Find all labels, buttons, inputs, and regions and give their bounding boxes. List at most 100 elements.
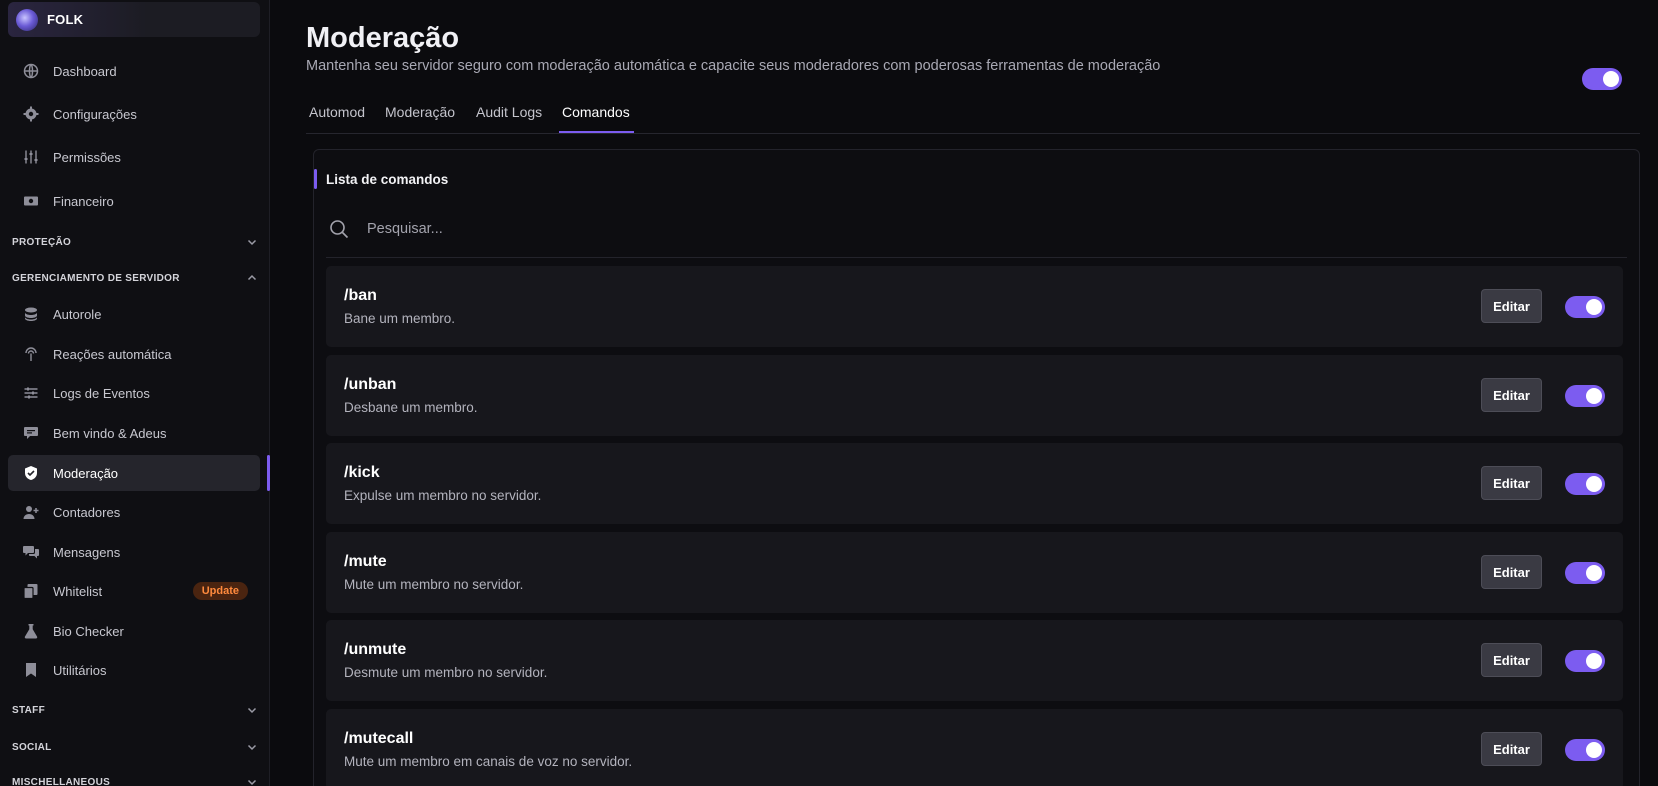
chevron-down-icon bbox=[247, 779, 257, 786]
chevron-down-icon bbox=[247, 239, 257, 246]
search-input[interactable] bbox=[367, 220, 967, 237]
sidebar-item-label: Utilitários bbox=[53, 662, 107, 678]
edit-button[interactable]: Editar bbox=[1481, 289, 1542, 323]
bookmark-icon bbox=[23, 662, 39, 678]
section-staff[interactable]: STAFF bbox=[12, 700, 258, 720]
stack-icon bbox=[23, 306, 39, 322]
command-toggle[interactable] bbox=[1565, 385, 1605, 407]
panel-header: Lista de comandos bbox=[314, 169, 448, 189]
tab-moderacao[interactable]: Moderação bbox=[385, 104, 455, 134]
touch-icon bbox=[23, 346, 39, 362]
command-toggle[interactable] bbox=[1565, 296, 1605, 318]
sidebar-item-logs-eventos[interactable]: Logs de Eventos bbox=[8, 375, 260, 411]
edit-button[interactable]: Editar bbox=[1481, 378, 1542, 412]
sidebar-item-autorole[interactable]: Autorole bbox=[8, 296, 260, 332]
sidebar-item-label: Reações automática bbox=[53, 346, 172, 362]
command-description: Desmute um membro no servidor. bbox=[344, 665, 548, 680]
command-toggle[interactable] bbox=[1565, 650, 1605, 672]
chevron-up-icon bbox=[247, 274, 257, 281]
tab-bar: Automod Moderação Audit Logs Comandos bbox=[306, 100, 1640, 134]
command-description: Mute um membro no servidor. bbox=[344, 577, 524, 592]
section-social[interactable]: SOCIAL bbox=[12, 737, 258, 757]
chat-icon bbox=[23, 425, 39, 441]
section-protecao[interactable]: PROTEÇÃO bbox=[12, 232, 258, 252]
section-gerenciamento[interactable]: GERENCIAMENTO DE SERVIDOR bbox=[12, 268, 258, 288]
gear-icon bbox=[23, 106, 39, 122]
command-toggle[interactable] bbox=[1565, 562, 1605, 584]
command-description: Desbane um membro. bbox=[344, 400, 478, 415]
sidebar-item-label: Autorole bbox=[53, 306, 102, 322]
sidebar-item-bio-checker[interactable]: Bio Checker bbox=[8, 613, 260, 649]
sidebar-item-label: Bem vindo & Adeus bbox=[53, 425, 167, 441]
sidebar-item-financeiro[interactable]: Financeiro bbox=[8, 183, 260, 219]
active-tab-indicator bbox=[559, 131, 634, 133]
sidebar-item-moderacao[interactable]: Moderação bbox=[8, 455, 260, 491]
tab-audit-logs[interactable]: Audit Logs bbox=[476, 104, 542, 134]
panel-title: Lista de comandos bbox=[326, 171, 449, 187]
edit-button[interactable]: Editar bbox=[1481, 643, 1542, 677]
chevron-down-icon bbox=[247, 707, 257, 714]
sidebar-item-label: Mensagens bbox=[53, 544, 121, 560]
sliders-icon bbox=[23, 149, 39, 165]
sidebar-item-permissoes[interactable]: Permissões bbox=[8, 139, 260, 175]
sidebar-item-label: Dashboard bbox=[53, 63, 117, 79]
command-card: /mute Mute um membro no servidor. Editar bbox=[326, 532, 1623, 613]
sidebar-item-label: Financeiro bbox=[53, 193, 114, 209]
chevron-down-icon bbox=[247, 744, 257, 751]
command-card: /mutecall Mute um membro em canais de vo… bbox=[326, 709, 1623, 786]
sidebar-item-bem-vindo[interactable]: Bem vindo & Adeus bbox=[8, 415, 260, 451]
command-name: /unban bbox=[344, 376, 397, 393]
command-name: /unmute bbox=[344, 641, 407, 658]
main-content: Moderação Mantenha seu servidor seguro c… bbox=[306, 0, 1640, 786]
messages-icon bbox=[23, 544, 39, 560]
sidebar: FOLK Dashboard Configurações Permissões … bbox=[0, 0, 270, 786]
sidebar-item-configuracoes[interactable]: Configurações bbox=[8, 96, 260, 132]
server-switcher[interactable]: FOLK bbox=[8, 2, 260, 37]
command-description: Expulse um membro no servidor. bbox=[344, 488, 542, 503]
command-card: /ban Bane um membro. Editar bbox=[326, 266, 1623, 347]
sidebar-item-label: Bio Checker bbox=[53, 623, 124, 639]
edit-button[interactable]: Editar bbox=[1481, 732, 1542, 766]
sidebar-item-utilitarios[interactable]: Utilitários bbox=[8, 652, 260, 688]
sidebar-item-label: Whitelist bbox=[53, 583, 103, 599]
command-toggle[interactable] bbox=[1565, 739, 1605, 761]
command-name: /ban bbox=[344, 287, 377, 304]
server-avatar bbox=[16, 8, 38, 31]
command-card: /unmute Desmute um membro no servidor. E… bbox=[326, 620, 1623, 701]
sidebar-item-dashboard[interactable]: Dashboard bbox=[8, 53, 260, 89]
section-misc[interactable]: MISCHELLANEOUS bbox=[12, 772, 258, 786]
command-description: Mute um membro em canais de voz no servi… bbox=[344, 754, 633, 769]
tab-automod[interactable]: Automod bbox=[309, 104, 365, 134]
module-toggle-track bbox=[1582, 68, 1622, 90]
shield-icon bbox=[23, 465, 39, 481]
commands-panel: Lista de comandos /ban Bane um membro. E… bbox=[313, 149, 1640, 786]
sidebar-item-reacoes[interactable]: Reações automática bbox=[8, 336, 260, 372]
filters-icon bbox=[23, 385, 39, 401]
search-bar bbox=[326, 200, 1627, 258]
page-title: Moderação bbox=[306, 22, 460, 54]
edit-button[interactable]: Editar bbox=[1481, 466, 1542, 500]
command-name: /kick bbox=[344, 464, 380, 481]
active-nav-indicator bbox=[267, 455, 270, 491]
server-name: FOLK bbox=[47, 12, 84, 27]
command-name: /mute bbox=[344, 553, 387, 570]
sidebar-item-label: Configurações bbox=[53, 106, 137, 122]
module-toggle[interactable] bbox=[1582, 38, 1640, 90]
tab-comandos[interactable]: Comandos bbox=[562, 104, 630, 134]
sidebar-item-label: Contadores bbox=[53, 504, 121, 520]
flask-icon bbox=[23, 623, 39, 639]
sidebar-item-label: Permissões bbox=[53, 149, 121, 165]
sidebar-item-label: Logs de Eventos bbox=[53, 385, 150, 401]
user-plus-icon bbox=[23, 504, 39, 520]
globe-icon bbox=[23, 63, 39, 79]
command-toggle[interactable] bbox=[1565, 473, 1605, 495]
sidebar-item-contadores[interactable]: Contadores bbox=[8, 494, 260, 530]
edit-button[interactable]: Editar bbox=[1481, 555, 1542, 589]
sidebar-item-whitelist[interactable]: Whitelist Update bbox=[8, 573, 260, 609]
command-name: /mutecall bbox=[344, 730, 414, 747]
copy-icon bbox=[23, 583, 39, 599]
sidebar-item-mensagens[interactable]: Mensagens bbox=[8, 534, 260, 570]
command-card: /kick Expulse um membro no servidor. Edi… bbox=[326, 443, 1623, 524]
command-description: Bane um membro. bbox=[344, 311, 456, 326]
command-card: /unban Desbane um membro. Editar bbox=[326, 355, 1623, 436]
